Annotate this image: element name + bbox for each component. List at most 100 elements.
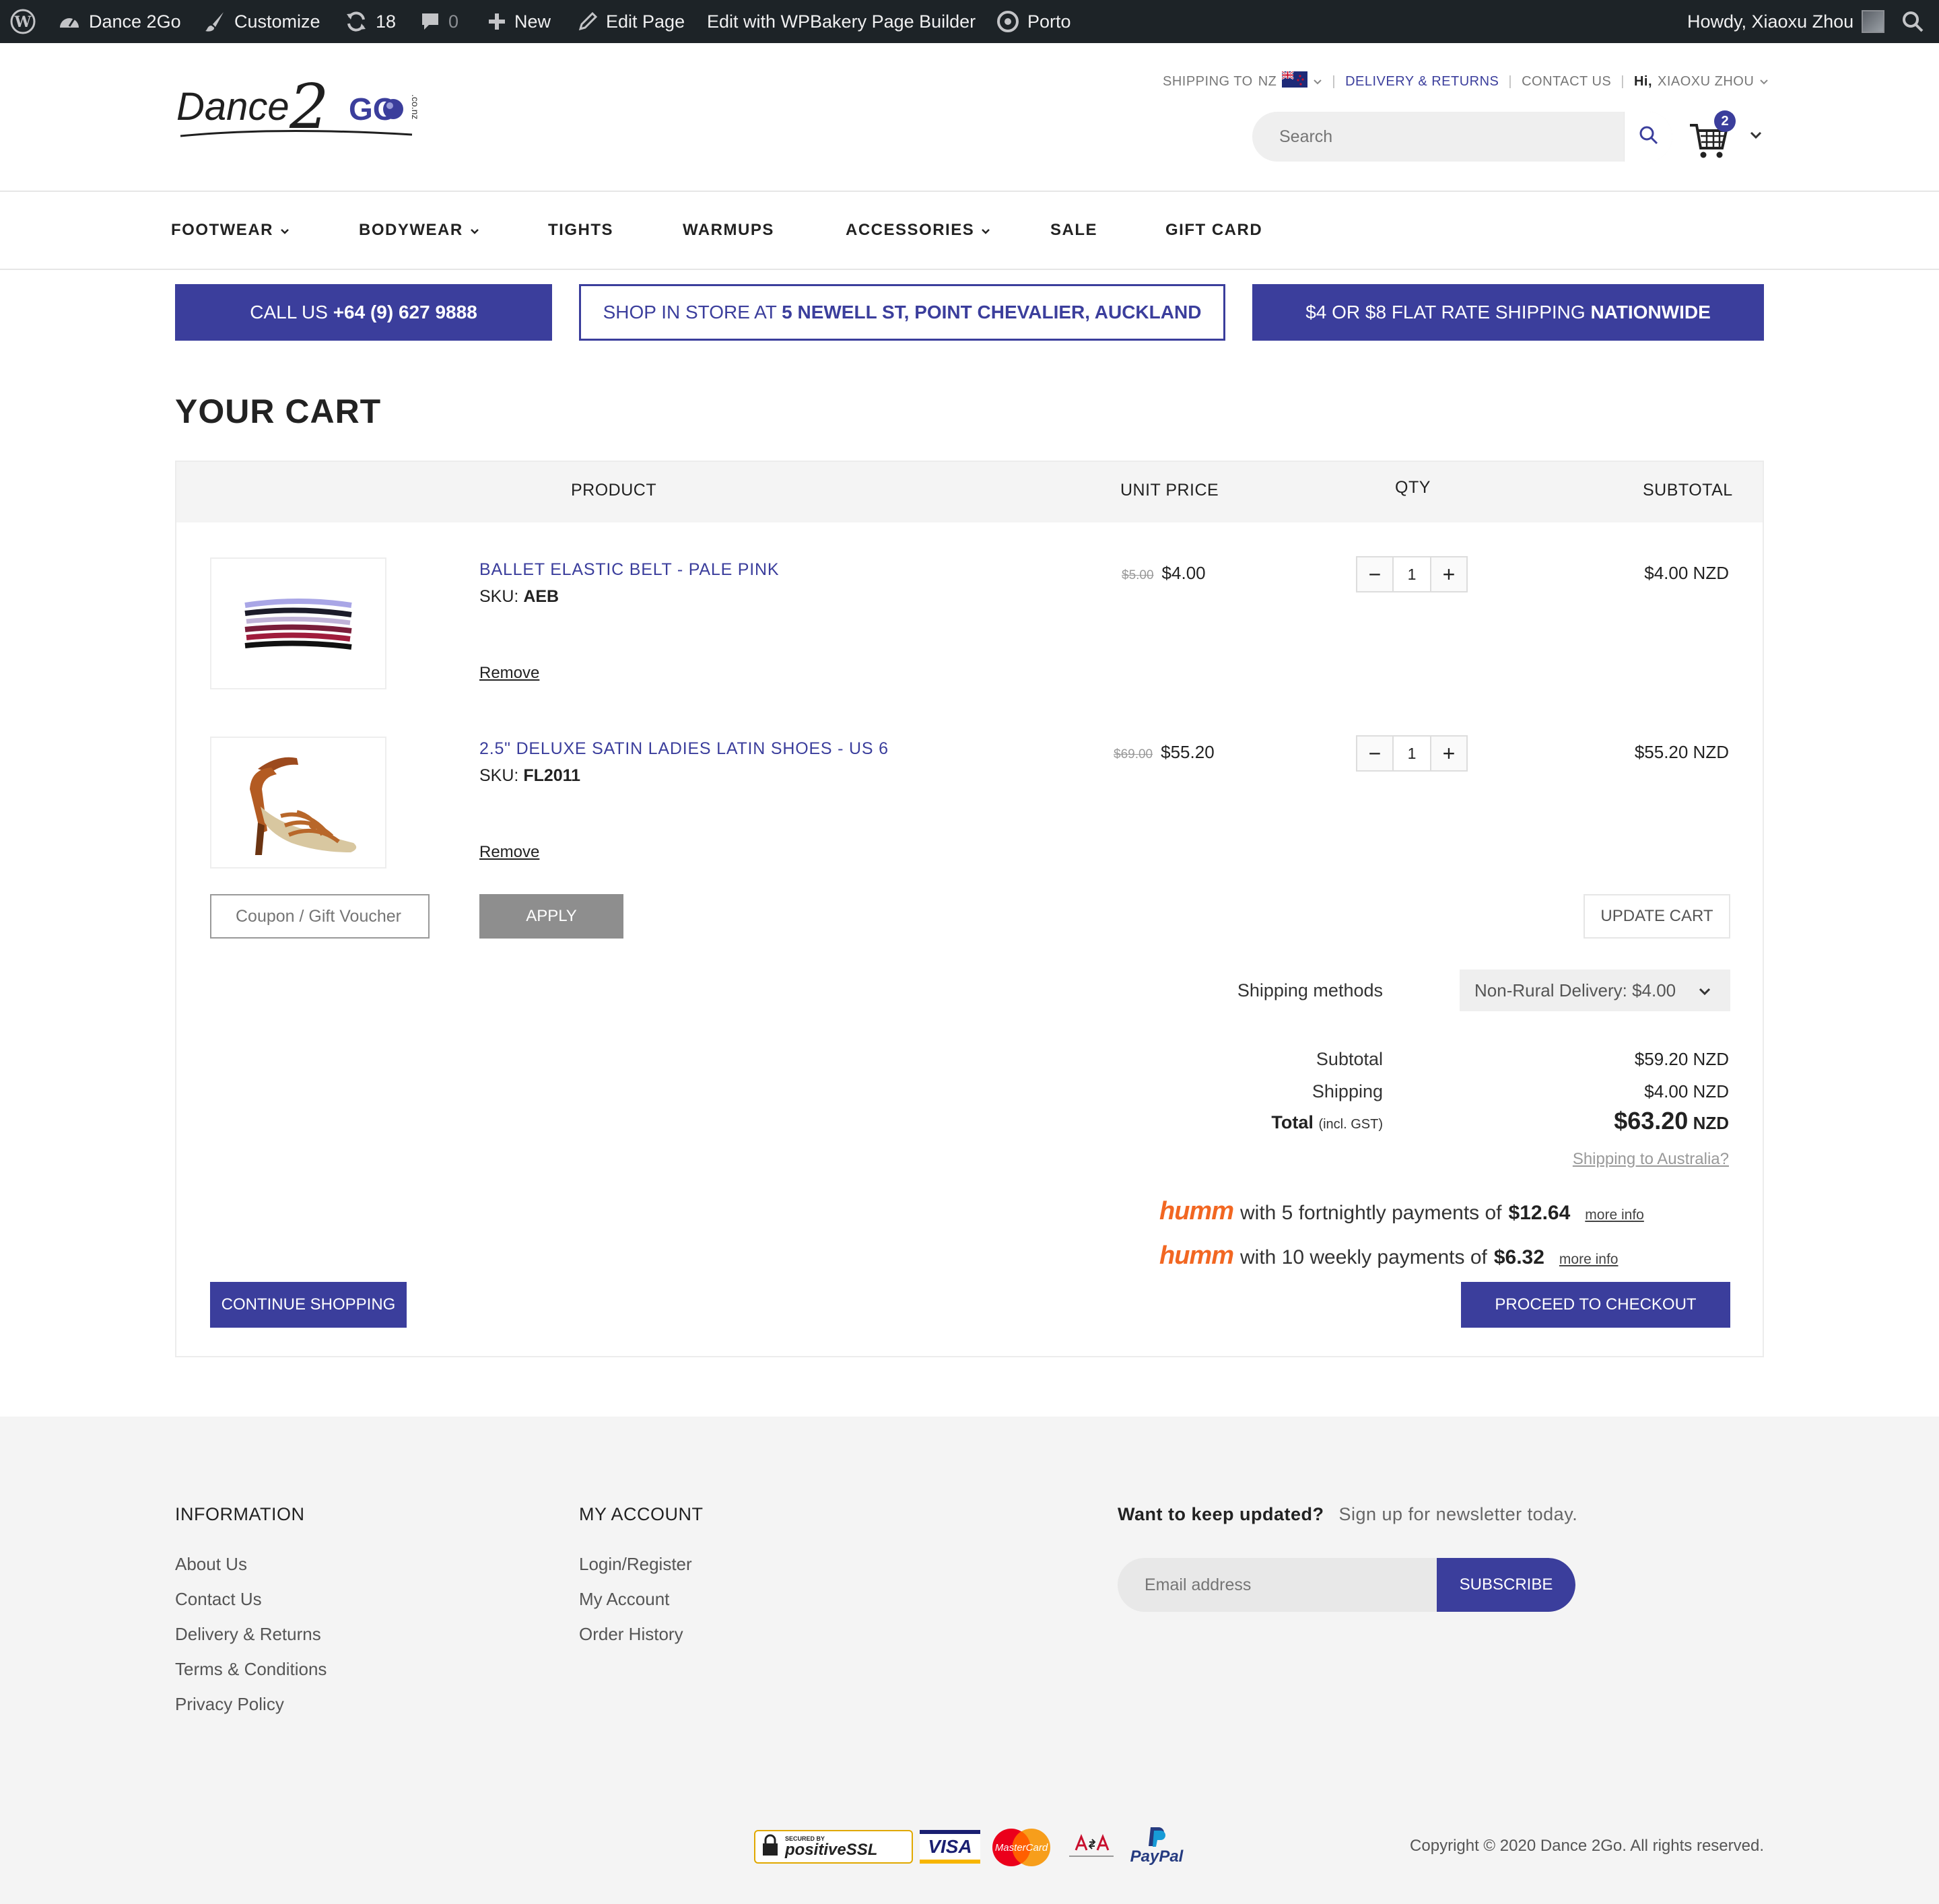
newsletter-form: SUBSCRIBE	[1118, 1558, 1575, 1612]
flat-rate-shipping-banner[interactable]: $4 OR $8 FLAT RATE SHIPPING NATIONWIDE	[1252, 284, 1764, 341]
humm-more-info-link[interactable]: more info	[1585, 1207, 1644, 1223]
mini-cart[interactable]: 2	[1689, 110, 1763, 164]
humm-fortnightly-offer: humm with 5 fortnightly payments of $12.…	[1159, 1197, 1644, 1226]
humm-more-info-link[interactable]: more info	[1559, 1252, 1619, 1268]
nav-item-label: GIFT CARD	[1165, 221, 1263, 239]
item-subtotal: $55.20 NZD	[1634, 742, 1729, 762]
search-button[interactable]	[1624, 112, 1672, 162]
site-footer: INFORMATION About Us Contact Us Delivery…	[0, 1417, 1939, 1904]
admin-updates[interactable]: 18	[345, 0, 396, 43]
footer-link-contact-us[interactable]: Contact Us	[175, 1589, 262, 1610]
humm-amount: $12.64	[1508, 1202, 1571, 1224]
newsletter-title: Want to keep updated?	[1118, 1504, 1324, 1524]
plus-icon	[487, 12, 506, 31]
product-name-link[interactable]: BALLET ELASTIC BELT - PALE PINK	[479, 560, 779, 580]
comment-icon	[420, 11, 440, 32]
nav-item-label: WARMUPS	[683, 221, 774, 239]
admin-theme-label: Porto	[1027, 11, 1071, 32]
nav-item-accessories[interactable]: ACCESSORIES	[846, 192, 990, 269]
subscribe-button[interactable]: SUBSCRIBE	[1437, 1558, 1575, 1612]
nav-item-tights[interactable]: TIGHTS	[548, 192, 613, 269]
humm-weekly-offer: humm with 10 weekly payments of $6.32 mo…	[1159, 1242, 1618, 1270]
nav-item-gift-card[interactable]: GIFT CARD	[1165, 192, 1262, 269]
call-us-banner[interactable]: CALL US +64 (9) 627 9888	[175, 284, 552, 341]
footer-link-my-account[interactable]: My Account	[579, 1589, 669, 1610]
sku-value: AEB	[523, 587, 559, 606]
admin-search-icon[interactable]	[1901, 0, 1924, 43]
chevron-down-icon	[1313, 74, 1322, 90]
quantity-input[interactable]: 1	[1392, 557, 1431, 591]
product-name-link[interactable]: 2.5" DELUXE SATIN LADIES LATIN SHOES - U…	[479, 739, 889, 759]
footer-link-terms[interactable]: Terms & Conditions	[175, 1659, 327, 1680]
avatar	[1862, 10, 1885, 33]
delivery-returns-link[interactable]: DELIVERY & RETURNS	[1345, 74, 1499, 90]
sku-label: SKU:	[479, 587, 519, 606]
admin-account[interactable]: Howdy, Xiaoxu Zhou	[1687, 0, 1885, 43]
nav-item-sale[interactable]: SALE	[1050, 192, 1097, 269]
admin-new[interactable]: New	[487, 0, 551, 43]
admin-customize-label: Customize	[234, 11, 320, 32]
footer-account-heading: MY ACCOUNT	[579, 1504, 704, 1524]
admin-edit-wpbakery-label: Edit with WPBakery Page Builder	[707, 11, 976, 32]
site-logo[interactable]: Dance 2 GO .co.nz	[176, 71, 424, 144]
footer-link-privacy[interactable]: Privacy Policy	[175, 1694, 284, 1715]
subtotal-value: $59.20 NZD	[1634, 1049, 1729, 1069]
humm-text: with 5 fortnightly payments of	[1240, 1202, 1502, 1224]
shipping-to-australia-link[interactable]: Shipping to Australia?	[1573, 1150, 1729, 1169]
nav-item-bodywear[interactable]: BODYWEAR	[359, 192, 479, 269]
admin-comments[interactable]: 0	[420, 0, 458, 43]
product-thumbnail[interactable]	[210, 557, 386, 689]
admin-howdy: Howdy, Xiaoxu Zhou	[1687, 11, 1854, 32]
search-input[interactable]	[1252, 112, 1624, 162]
nav-item-label: TIGHTS	[548, 221, 613, 239]
coupon-input[interactable]	[210, 894, 430, 939]
footer-link-order-history[interactable]: Order History	[579, 1624, 683, 1645]
quantity-increase-button[interactable]: +	[1431, 737, 1466, 770]
update-cart-button[interactable]: UPDATE CART	[1584, 894, 1730, 939]
admin-edit-page[interactable]: Edit Page	[578, 0, 685, 43]
updates-icon	[345, 10, 368, 33]
nav-item-warmups[interactable]: WARMUPS	[683, 192, 774, 269]
nav-item-footwear[interactable]: FOOTWEAR	[171, 192, 290, 269]
wordpress-logo-icon[interactable]: W	[9, 0, 36, 43]
logo-tld: .co.nz	[410, 94, 421, 119]
chevron-down-icon	[981, 221, 990, 240]
pencil-icon	[578, 11, 598, 32]
product-thumbnail[interactable]	[210, 737, 386, 869]
cart-count-badge: 2	[1714, 110, 1736, 132]
nav-item-label: ACCESSORIES	[846, 221, 975, 239]
quantity-decrease-button[interactable]: −	[1357, 557, 1392, 591]
quantity-input[interactable]: 1	[1392, 737, 1431, 770]
nz-flag-icon	[1281, 70, 1308, 92]
footer-link-login[interactable]: Login/Register	[579, 1554, 692, 1575]
apply-coupon-button[interactable]: APPLY	[479, 894, 623, 939]
footer-link-delivery-returns[interactable]: Delivery & Returns	[175, 1624, 321, 1645]
admin-theme[interactable]: Porto	[996, 0, 1071, 43]
footer-link-about-us[interactable]: About Us	[175, 1554, 247, 1575]
shop-in-store-banner[interactable]: SHOP IN STORE AT 5 NEWELL ST, POINT CHEV…	[579, 284, 1225, 341]
quantity-decrease-button[interactable]: −	[1357, 737, 1392, 770]
call-prefix: CALL US	[250, 302, 333, 322]
contact-us-link[interactable]: CONTACT US	[1522, 74, 1611, 90]
shipping-to-selector[interactable]: SHIPPING TO NZ	[1163, 70, 1322, 92]
admin-site-name[interactable]: Dance 2Go	[58, 0, 181, 43]
email-field[interactable]	[1118, 1558, 1414, 1612]
admin-edit-page-label: Edit Page	[606, 11, 685, 32]
item-subtotal: $4.00 NZD	[1644, 563, 1729, 583]
remove-item-link[interactable]: Remove	[479, 843, 539, 862]
mastercard-label: MasterCard	[995, 1842, 1048, 1854]
chevron-down-icon	[1749, 131, 1763, 143]
proceed-to-checkout-button[interactable]: PROCEED TO CHECKOUT	[1461, 1282, 1730, 1328]
quantity-increase-button[interactable]: +	[1431, 557, 1466, 591]
admin-edit-wpbakery[interactable]: Edit with WPBakery Page Builder	[707, 0, 976, 43]
shipping-method-select[interactable]: Non-Rural Delivery: $4.00	[1460, 970, 1730, 1011]
remove-item-link[interactable]: Remove	[479, 664, 539, 683]
admin-customize[interactable]: Customize	[203, 0, 320, 43]
humm-text: with 10 weekly payments of	[1240, 1246, 1487, 1268]
column-qty: QTY	[1395, 478, 1431, 497]
continue-shopping-button[interactable]: CONTINUE SHOPPING	[210, 1282, 407, 1328]
account-menu[interactable]: Hi, XIAOXU ZHOU	[1634, 74, 1769, 90]
svg-text:W: W	[14, 13, 32, 31]
comments-count: 0	[448, 11, 459, 32]
shipping-methods-label: Shipping methods	[1237, 980, 1383, 1000]
